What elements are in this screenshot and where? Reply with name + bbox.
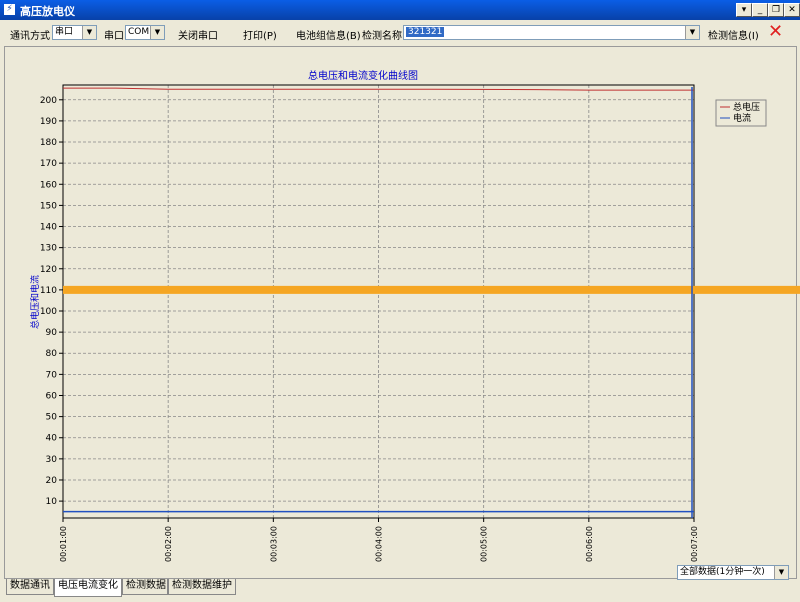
y-tick-label: 190: [40, 117, 57, 127]
y-tick-label: 160: [40, 180, 57, 190]
y-tick-label: 100: [40, 307, 57, 317]
y-tick-label: 40: [46, 434, 58, 444]
y-tick-label: 200: [40, 96, 57, 106]
x-tick-label: 00:06:00: [585, 526, 594, 562]
y-tick-label: 10: [46, 497, 58, 507]
y-tick-label: 60: [46, 391, 58, 401]
chart-title: 总电压和电流变化曲线图: [308, 69, 418, 82]
y-tick-label: 120: [40, 265, 57, 275]
y-tick-label: 70: [46, 370, 58, 380]
x-tick-label: 00:02:00: [164, 526, 173, 562]
x-tick-label: 00:07:00: [690, 526, 699, 562]
voltage-current-chart: 10 20 30 40 50 60 70 80 90 100 110 120 130 140 150 160 1…: [29, 69, 800, 562]
y-axis-label: 总电压和电流: [29, 275, 41, 329]
tab-test-data-maintenance[interactable]: 检测数据维护: [168, 579, 236, 595]
y-tick-label: 140: [40, 223, 57, 233]
x-tick-label: 00:03:00: [269, 526, 278, 562]
x-tick-label: 00:01:00: [59, 526, 68, 562]
x-tick-label: 00:04:00: [375, 526, 384, 562]
chevron-down-icon[interactable]: ▼: [774, 566, 788, 579]
y-axis-ticks: 10 20 30 40 50 60 70 80 90 100 110 120 130 140 150 160 1…: [40, 96, 63, 507]
x-tick-label: 00:05:00: [480, 526, 489, 562]
y-tick-label: 180: [40, 138, 57, 148]
data-filter-value: 全部数据(1分钟一次): [680, 567, 765, 577]
y-tick-label: 170: [40, 159, 57, 169]
y-tick-label: 30: [46, 455, 58, 465]
tab-test-data[interactable]: 检测数据: [122, 579, 168, 595]
y-tick-label: 20: [46, 476, 58, 486]
legend-entry: 电流: [733, 112, 751, 124]
y-tick-label: 50: [46, 413, 58, 423]
y-tick-label: 110: [40, 286, 57, 296]
chart-legend: 总电压电流: [715, 99, 767, 127]
tab-data-communication[interactable]: 数据通讯: [6, 579, 54, 595]
highlight-band[interactable]: [63, 285, 800, 294]
y-tick-label: 130: [40, 244, 57, 254]
x-axis-ticks: 00:01:00 00:02:00 00:03:00 00:04:00 00:05:00…: [59, 518, 699, 562]
y-tick-label: 150: [40, 201, 57, 211]
legend-entry: 总电压: [733, 101, 760, 113]
tab-voltage-current[interactable]: 电压电流变化: [54, 579, 122, 597]
y-tick-label: 80: [46, 349, 58, 359]
y-tick-label: 90: [46, 328, 58, 338]
data-filter-select[interactable]: 全部数据(1分钟一次) ▼: [677, 565, 789, 580]
